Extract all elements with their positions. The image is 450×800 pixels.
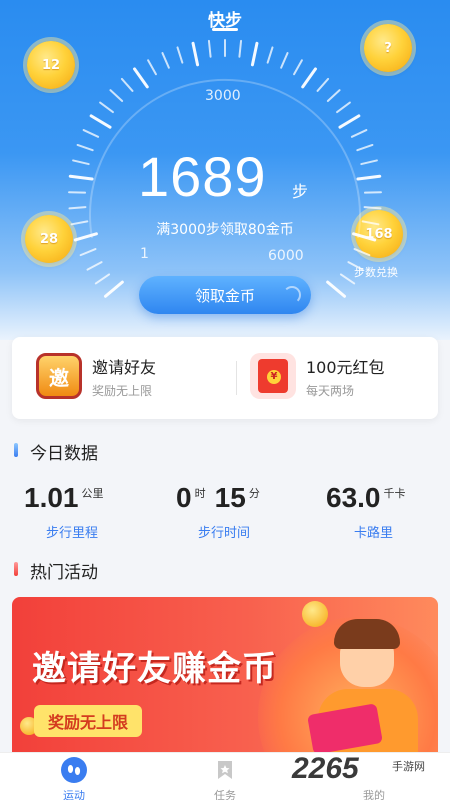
tab-bar: 运动 任务 我的	[0, 752, 450, 800]
step-exchange-label[interactable]: 步数兑换	[354, 264, 398, 280]
promo-invite[interactable]: 邀 邀请好友 奖励无上限	[36, 353, 156, 399]
gauge-tick	[266, 46, 274, 64]
distance-unit: 公里	[81, 487, 104, 500]
time-label: 步行时间	[198, 526, 251, 541]
tab-sport-label: 运动	[63, 789, 85, 800]
gauge-tick	[326, 89, 341, 103]
calories-value: 63.0	[326, 482, 381, 513]
loading-icon	[283, 286, 301, 304]
promo-card: 邀 邀请好友 奖励无上限 100元红包 每天两场	[12, 337, 438, 419]
stat-calories: 63.0 千卡	[326, 482, 406, 514]
promo-red-packet-subtitle: 每天两场	[306, 383, 355, 398]
gauge-tick	[356, 174, 382, 181]
claim-button-label: 领取金币	[194, 286, 255, 305]
red-packet-icon	[250, 353, 296, 399]
gauge-tick	[238, 39, 243, 58]
gauge-tick	[82, 129, 100, 138]
gauge-tick	[250, 41, 259, 67]
bookmark-icon	[212, 757, 238, 783]
gauge-tick	[68, 174, 94, 181]
gauge-tick	[338, 114, 361, 129]
tab-sport[interactable]: 运动	[34, 757, 114, 800]
gauge-tick	[176, 46, 184, 64]
gauge-tick	[94, 273, 111, 285]
gauge-tick	[72, 159, 90, 166]
step-goal-hint: 满3000步领取80金币	[156, 222, 294, 238]
person-hair	[334, 619, 400, 649]
gauge-tick	[336, 101, 351, 114]
calories-label: 卡路里	[354, 526, 394, 541]
gauge-tick	[293, 59, 303, 76]
hours-unit: 时	[194, 487, 206, 500]
gauge-tick	[89, 114, 112, 129]
tab-tasks-label: 任务	[214, 789, 236, 800]
watermark-logo: 2265	[292, 752, 359, 785]
divider	[236, 361, 237, 395]
gauge-tick	[360, 159, 378, 166]
calories-unit: 千卡	[383, 487, 406, 500]
gauge-tick	[79, 248, 97, 257]
invite-banner[interactable]: 邀请好友赚金币 奖励无上限	[12, 597, 438, 757]
today-data-heading: 今日数据	[30, 444, 98, 464]
gauge-tick	[350, 129, 368, 138]
banner-title: 邀请好友赚金币	[32, 649, 277, 689]
footprints-icon	[61, 757, 87, 783]
profile-icon	[361, 757, 387, 783]
section-marker	[14, 562, 18, 576]
gauge-tick	[86, 261, 103, 271]
promo-red-packet-title: 100元红包	[306, 357, 385, 377]
gauge-tick	[109, 89, 124, 103]
hot-activities-heading: 热门活动	[30, 563, 98, 583]
gauge-end-label: 6000	[268, 248, 304, 264]
gauge-tick	[353, 248, 371, 257]
gauge-tick	[316, 77, 330, 92]
minutes-value: 15	[214, 482, 246, 513]
promo-red-packet[interactable]: 100元红包 每天两场	[250, 353, 385, 399]
hours-value: 0	[176, 482, 192, 513]
gauge-tick	[76, 143, 94, 152]
minutes-unit: 分	[248, 487, 260, 500]
gauge-tick	[191, 41, 200, 67]
gauge-tick	[280, 52, 289, 69]
gauge-tick	[301, 67, 317, 89]
claim-coins-button[interactable]: 领取金币	[139, 276, 311, 314]
distance-label: 步行里程	[46, 526, 99, 541]
promo-invite-subtitle: 奖励无上限	[92, 383, 153, 398]
stat-distance: 1.01 公里	[24, 482, 104, 514]
section-marker	[14, 443, 18, 457]
distance-value: 1.01	[24, 482, 79, 513]
gauge-tick	[147, 59, 157, 76]
gauge-tick	[339, 273, 356, 285]
gauge-tick	[161, 52, 170, 69]
stat-time: 0时 15 分	[176, 482, 260, 514]
invite-icon: 邀	[36, 353, 82, 399]
step-unit: 步	[292, 182, 309, 201]
gauge-tick	[207, 39, 212, 58]
coin-icon	[302, 601, 328, 627]
gauge-tick	[68, 206, 87, 210]
gauge-tick	[363, 206, 382, 210]
gauge-tick	[356, 143, 374, 152]
tab-mine-label: 我的	[363, 789, 385, 800]
gauge-tick	[133, 67, 149, 89]
gauge-tick	[99, 101, 114, 114]
gauge-tick	[103, 280, 124, 298]
banner-tag: 奖励无上限	[34, 705, 143, 737]
tab-tasks[interactable]: 任务	[185, 757, 265, 800]
gauge-tick	[120, 77, 134, 92]
watermark-text: 手游网	[392, 760, 425, 773]
gauge-min-label: 1	[140, 246, 149, 262]
promo-invite-title: 邀请好友	[92, 357, 157, 377]
step-count: 1689	[138, 145, 267, 208]
gauge-tick	[326, 280, 347, 298]
gauge-max-label: 3000	[205, 88, 241, 104]
